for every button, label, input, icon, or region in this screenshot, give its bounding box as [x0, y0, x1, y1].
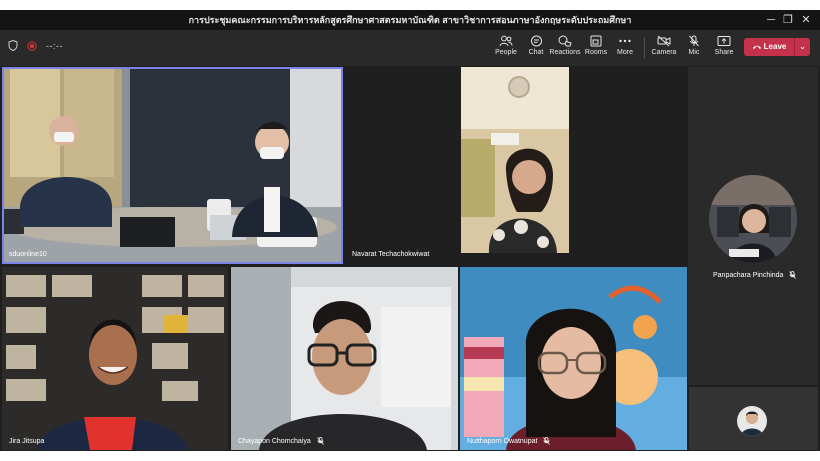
meeting-title: การประชุมคณะกรรมการบริหารหลักสูตรศึกษาศา…	[188, 15, 632, 25]
video-tile-jira[interactable]: Jira Jitsupa	[2, 267, 228, 450]
video-tile-chayapon[interactable]: Chayapon Chomchaiya	[231, 267, 458, 450]
more-button[interactable]: More	[607, 33, 643, 65]
mic-muted-icon	[316, 437, 324, 445]
people-icon	[499, 35, 513, 47]
leave-button[interactable]: Leave ⌄	[744, 38, 810, 56]
close-window-button[interactable]: ✕	[795, 10, 817, 30]
reactions-icon	[558, 35, 572, 47]
mic-muted-icon	[789, 271, 797, 279]
meeting-timer: --:--	[46, 40, 63, 51]
leave-options-chevron-icon[interactable]: ⌄	[794, 38, 810, 56]
active-speaker-frame	[2, 67, 343, 264]
chat-icon	[530, 35, 542, 47]
video-tile-sduonline10[interactable]: sduonline10	[2, 67, 343, 264]
shield-icon	[8, 40, 18, 51]
participant-video	[231, 267, 458, 450]
participant-name: Navarat Techachokwiwat	[352, 251, 430, 258]
toolbar-divider	[644, 38, 645, 58]
recording-icon	[27, 40, 37, 51]
share-icon	[717, 36, 731, 46]
participant-video	[2, 267, 228, 450]
video-tile-navarat[interactable]: Navarat Techachokwiwat	[345, 67, 686, 264]
title-bar: การประชุมคณะกรรมการบริหารหลักสูตรศึกษาศา…	[0, 10, 820, 30]
mic-muted-icon	[543, 437, 551, 445]
more-label: More	[617, 49, 633, 56]
participant-name: Panpachara Pinchinda	[710, 271, 799, 281]
meeting-status: --:--	[8, 40, 63, 51]
mic-off-icon	[689, 35, 699, 47]
participant-name: Jira Jitsupa	[9, 438, 45, 445]
self-view-tile[interactable]	[689, 387, 818, 450]
rooms-icon	[590, 35, 602, 47]
participant-avatar-video	[709, 175, 797, 263]
participant-name: sduonline10	[9, 251, 47, 258]
video-tile-nutthaporn[interactable]: Nutthaporn Owatnupat	[460, 267, 687, 450]
participant-video	[460, 267, 687, 450]
share-button[interactable]: Share	[706, 33, 742, 65]
participant-video	[461, 67, 569, 253]
camera-icon	[657, 35, 671, 47]
video-tile-panpachara[interactable]: Panpachara Pinchinda	[688, 67, 818, 385]
leave-label: Leave	[763, 42, 787, 51]
participant-name: Chayapon Chomchaiya	[235, 437, 327, 447]
teams-meeting-window: การประชุมคณะกรรมการบริหารหลักสูตรศึกษาศา…	[0, 10, 820, 451]
participant-name: Nutthaporn Owatnupat	[464, 437, 553, 447]
phone-hangup-icon	[752, 45, 761, 49]
more-icon	[619, 39, 631, 43]
share-label: Share	[714, 49, 734, 56]
meeting-toolbar: --:-- People Chat Reactions Rooms More C…	[0, 30, 820, 66]
self-avatar	[737, 406, 767, 436]
